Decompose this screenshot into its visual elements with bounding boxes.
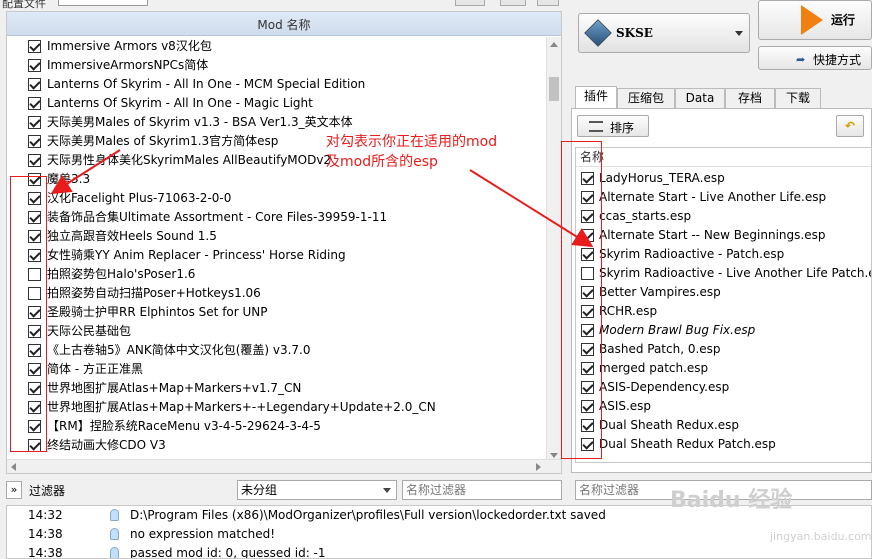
- annotation-arrows: [50, 149, 594, 248]
- watermark-url: jingyan.baidu.com: [770, 530, 872, 543]
- arrow-to-plugin-checkboxes: [469, 169, 594, 248]
- watermark-logo: Baidu 经验: [670, 488, 793, 513]
- arrow-to-mod-checkboxes: [50, 149, 121, 195]
